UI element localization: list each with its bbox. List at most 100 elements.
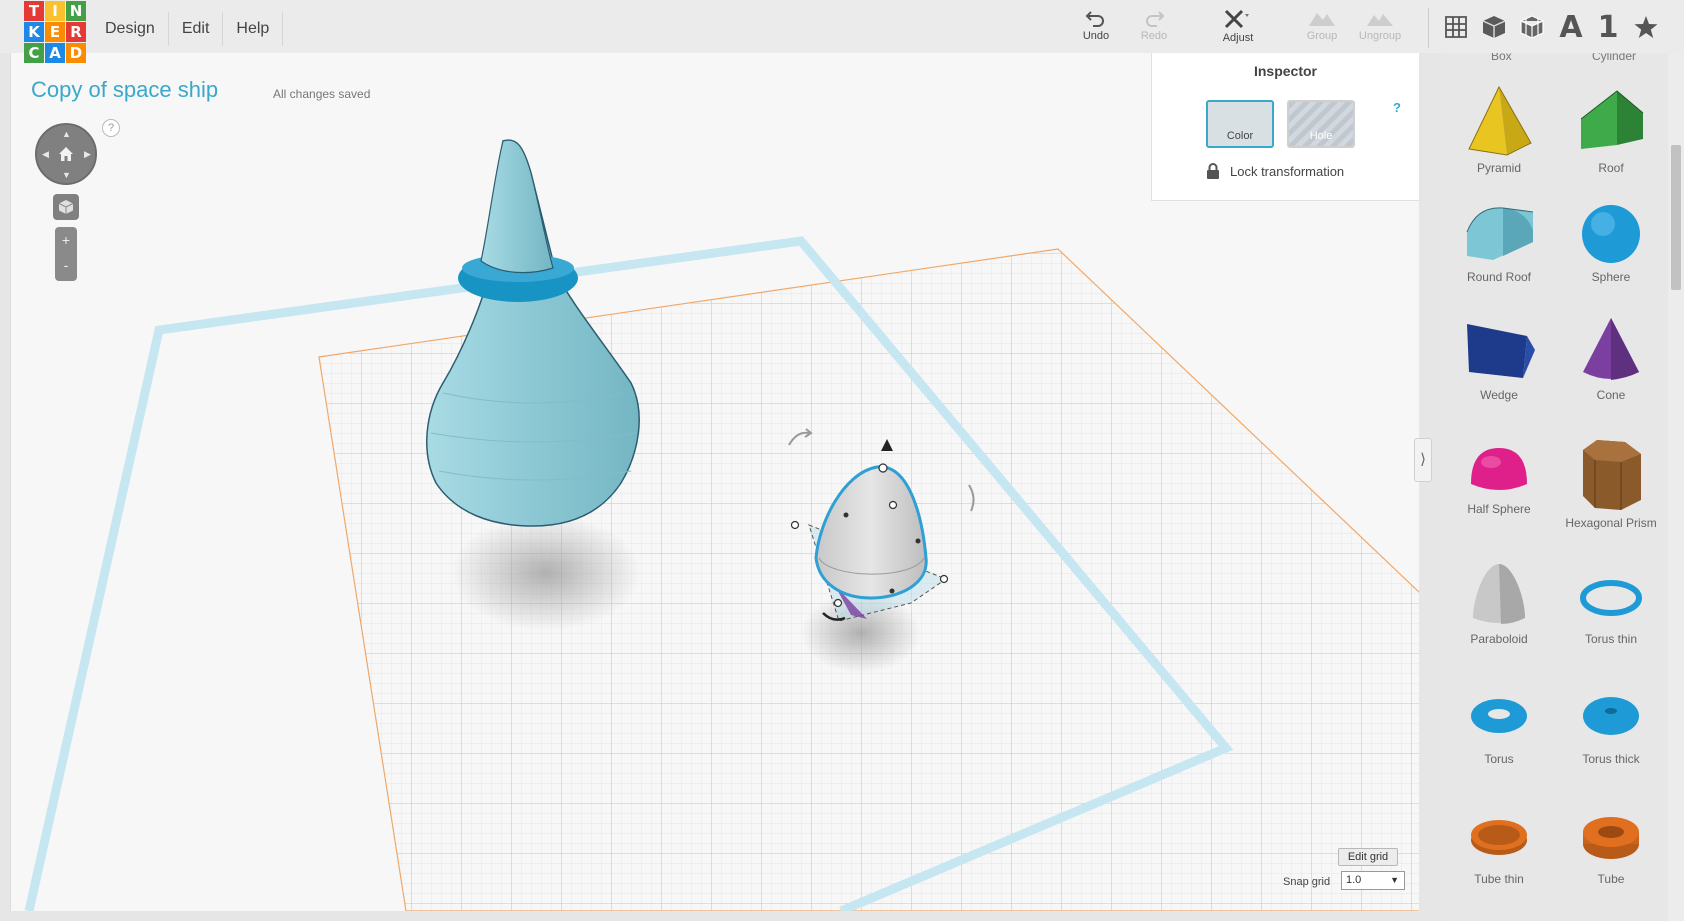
star-icon[interactable]	[1630, 12, 1662, 42]
menu-edit[interactable]: Edit	[169, 12, 224, 46]
pan-up-icon[interactable]: ▲	[62, 129, 71, 139]
number-shape-icon[interactable]: 1	[1592, 10, 1624, 45]
shape-sphere[interactable]: Sphere	[1555, 196, 1667, 306]
tinkercad-logo[interactable]: T I N K E R C A D	[24, 1, 86, 63]
shape-torus-thin[interactable]: Torus thin	[1555, 558, 1667, 668]
shape-label: Roof	[1598, 161, 1624, 175]
ungroup-label: Ungroup	[1358, 30, 1402, 42]
shape-hexagonal-prism[interactable]: Hexagonal Prism	[1555, 438, 1667, 548]
shape-round-roof[interactable]: Round Roof	[1443, 196, 1555, 306]
pyramid-icon	[1468, 85, 1532, 156]
shape-tube[interactable]: Tube	[1555, 798, 1667, 908]
redo-label: Redo	[1140, 30, 1168, 42]
logo-letter: R	[66, 22, 86, 42]
main-menu: Design Edit Help	[92, 12, 284, 46]
shape-pyramid[interactable]: Pyramid	[1443, 83, 1555, 193]
torus-icon	[1471, 699, 1527, 733]
shape-cone[interactable]: Cone	[1555, 316, 1667, 426]
shape-half-sphere[interactable]: Half Sphere	[1443, 438, 1555, 548]
hole-label: Hole	[1309, 130, 1333, 142]
resize-handle[interactable]	[889, 588, 895, 594]
zoom-out-button[interactable]: -	[55, 254, 77, 276]
cube-icon	[58, 200, 74, 214]
perspective-toggle[interactable]	[53, 194, 79, 220]
adjust-icon	[1224, 9, 1249, 29]
pan-left-icon[interactable]: ◀	[42, 149, 49, 160]
shape-torus[interactable]: Torus	[1443, 678, 1555, 788]
navigation-help[interactable]: ?	[102, 119, 120, 137]
adjust-button[interactable]: Adjust	[1208, 8, 1268, 48]
panel-scrollbar[interactable]	[1668, 53, 1684, 921]
color-label: Color	[1226, 130, 1254, 142]
shape-label: Pyramid	[1476, 161, 1521, 175]
shapes-panel: Box Cylinder Pyramid Roof Round Roof Sph…	[1441, 53, 1668, 921]
corner-handle[interactable]	[939, 574, 949, 584]
ungroup-icon	[1367, 14, 1393, 26]
inspector-help[interactable]: ?	[1393, 100, 1401, 115]
collapse-panel-button[interactable]: ⟩	[1414, 438, 1432, 482]
scrollbar-thumb[interactable]	[1671, 145, 1681, 290]
lock-icon	[1207, 163, 1219, 179]
shape-label: Cone	[1596, 388, 1626, 402]
edit-grid-button[interactable]: Edit grid	[1338, 848, 1398, 866]
pan-down-icon[interactable]: ▼	[62, 170, 71, 180]
ship-shadow	[451, 515, 641, 631]
inspector-title: Inspector	[1253, 63, 1317, 79]
logo-letter: D	[66, 43, 86, 63]
tube-icon	[1583, 817, 1639, 859]
torus-thick-icon	[1583, 697, 1639, 735]
ungroup-button[interactable]: Ungroup	[1350, 8, 1410, 48]
torus-thin-icon	[1580, 580, 1642, 616]
document-title[interactable]: Copy of space ship	[31, 77, 218, 103]
sphere-icon	[1582, 205, 1640, 263]
redo-icon	[1146, 11, 1165, 27]
shape-roof[interactable]: Roof	[1555, 83, 1667, 193]
shape-tube-thin[interactable]: Tube thin	[1443, 798, 1555, 908]
round-roof-icon	[1466, 207, 1534, 260]
shape-paraboloid[interactable]: Paraboloid	[1443, 558, 1555, 668]
hexagonal-prism-icon	[1583, 440, 1641, 510]
top-bar: Design Edit Help Undo Redo Adjust Group …	[0, 0, 1684, 53]
shape-label: Torus	[1484, 752, 1514, 766]
corner-handle[interactable]	[833, 598, 843, 608]
shape-wedge[interactable]: Wedge	[1443, 316, 1555, 426]
box-view-icon[interactable]	[1478, 12, 1510, 42]
shape-label: Tube thin	[1474, 872, 1524, 886]
group-button[interactable]: Group	[1292, 8, 1352, 48]
home-view-icon[interactable]	[57, 145, 75, 163]
shape-label: Wedge	[1480, 388, 1518, 402]
wireframe-view-icon[interactable]	[1516, 12, 1548, 42]
menu-help[interactable]: Help	[223, 12, 284, 46]
logo-letter: C	[24, 43, 44, 63]
zoom-in-button[interactable]: +	[55, 229, 77, 251]
chevron-down-icon: ▼	[1390, 875, 1399, 885]
corner-handle[interactable]	[790, 520, 800, 530]
tinkercad-app: Design Edit Help Undo Redo Adjust Group …	[0, 0, 1684, 921]
redo-button[interactable]: Redo	[1124, 8, 1184, 48]
text-shape-icon[interactable]: A	[1555, 10, 1587, 45]
resize-handle[interactable]	[888, 500, 898, 510]
height-handle[interactable]	[878, 463, 888, 473]
shape-label: Paraboloid	[1470, 632, 1528, 646]
wedge-icon	[1467, 324, 1535, 378]
adjust-label: Adjust	[1222, 32, 1254, 44]
logo-letter: T	[24, 1, 44, 21]
toolbar-divider	[1428, 8, 1429, 48]
save-status: All changes saved	[273, 87, 371, 101]
resize-handle[interactable]	[915, 538, 921, 544]
view-navigation-ring[interactable]: ▲ ▼ ◀ ▶	[35, 123, 97, 185]
hole-swatch[interactable]: Hole	[1287, 100, 1355, 148]
half-sphere-icon	[1471, 448, 1527, 490]
color-swatch[interactable]: Color	[1206, 100, 1274, 148]
lock-transformation-toggle[interactable]: Lock transformation	[1206, 163, 1344, 179]
menu-design[interactable]: Design	[92, 12, 169, 46]
undo-label: Undo	[1082, 30, 1110, 42]
snap-grid-select[interactable]: 1.0 ▼	[1341, 871, 1405, 890]
resize-handle[interactable]	[843, 512, 849, 518]
logo-letter: N	[66, 1, 86, 21]
undo-button[interactable]: Undo	[1066, 8, 1126, 48]
shape-label: Box	[1491, 53, 1512, 63]
grid-view-icon[interactable]	[1440, 12, 1472, 42]
shape-torus-thick[interactable]: Torus thick	[1555, 678, 1667, 788]
pan-right-icon[interactable]: ▶	[84, 149, 91, 160]
